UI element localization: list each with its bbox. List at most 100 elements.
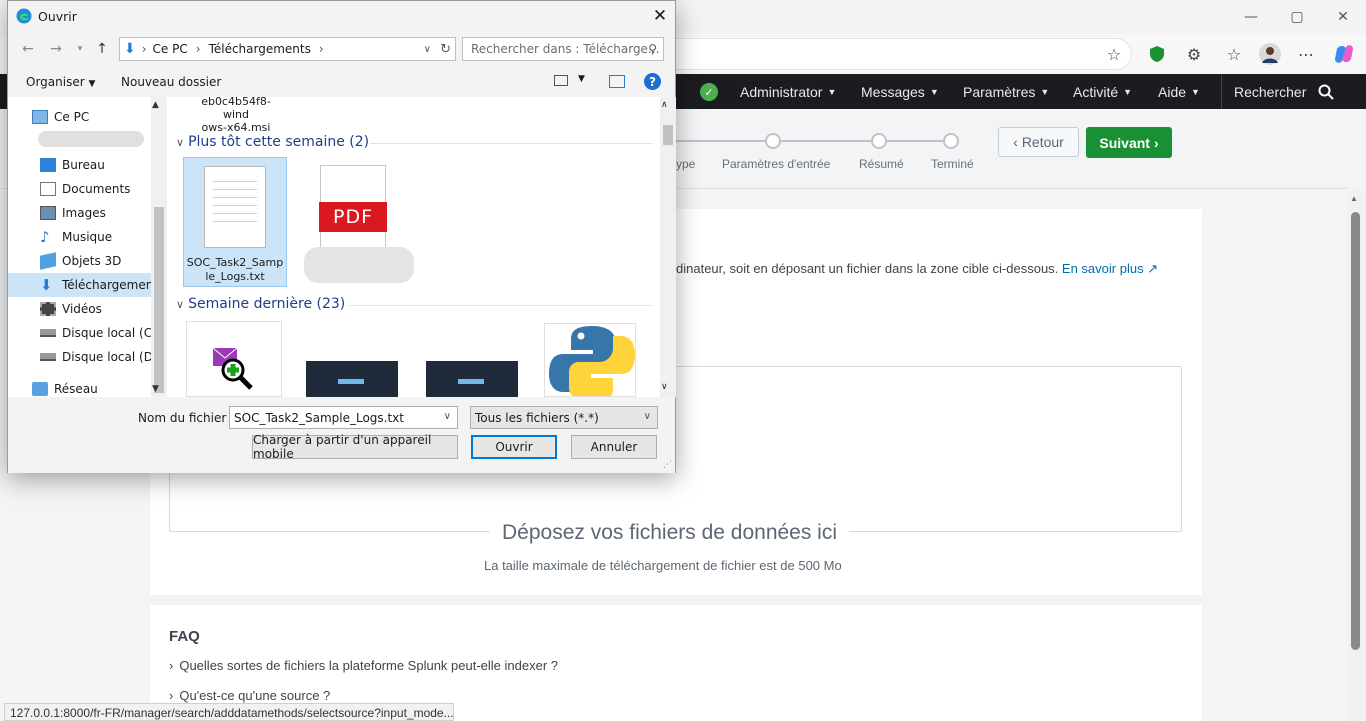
chevron-right-icon: › xyxy=(169,658,174,673)
up-arrow-icon[interactable]: ↑ xyxy=(92,39,112,59)
image-thumbnail[interactable] xyxy=(426,361,518,397)
mobile-upload-button[interactable]: Charger à partir d'un appareil mobile xyxy=(252,433,458,461)
nav-messages[interactable]: Messages ▼ xyxy=(861,74,939,109)
filetype-select[interactable]: Tous les fichiers (*.*) ∨ xyxy=(470,406,658,429)
drop-zone-subtitle: La taille maximale de téléchargement de … xyxy=(484,558,842,573)
refresh-icon[interactable]: ↻ xyxy=(440,42,451,57)
scroll-down-icon[interactable]: ∨ xyxy=(661,382,668,392)
faq-title: FAQ xyxy=(169,628,200,645)
path-segment[interactable]: Téléchargements xyxy=(209,42,311,56)
dialog-toolbar: Organiser ▼ Nouveau dossier ▼ ? xyxy=(8,67,675,97)
tree-item-objets-3d[interactable]: Objets 3D xyxy=(8,249,155,273)
tree-item-images[interactable]: Images xyxy=(8,201,155,225)
tree-label: Téléchargements xyxy=(62,278,165,292)
chevron-down-icon[interactable]: ∨ xyxy=(424,44,431,55)
tree-item-disque-c[interactable]: Disque local (C:) xyxy=(8,321,161,345)
profile-avatar[interactable] xyxy=(1256,40,1284,68)
redacted-tree-item[interactable] xyxy=(38,131,144,147)
wizard-step-label: ype xyxy=(676,157,696,171)
page-scrollbar-thumb[interactable] xyxy=(1351,212,1360,650)
chevron-right-icon: › xyxy=(141,42,147,56)
organize-menu[interactable]: Organiser ▼ xyxy=(26,75,95,89)
filename-input[interactable]: SOC_Task2_Sample_Logs.txt ∨ xyxy=(229,406,458,429)
splunk-search-button[interactable]: Rechercher xyxy=(1221,74,1366,109)
learn-more-link[interactable]: En savoir plus ↗ xyxy=(1062,261,1158,276)
minimize-button[interactable]: — xyxy=(1228,0,1274,34)
file-item-selected[interactable]: SOC_Task2_Samp le_Logs.txt xyxy=(183,157,287,287)
tree-label: Vidéos xyxy=(62,302,102,316)
nav-activite[interactable]: Activité ▼ xyxy=(1073,74,1132,109)
pdf-file-icon[interactable]: PDF xyxy=(319,165,387,249)
scroll-up-icon[interactable]: ▲ xyxy=(1350,194,1358,203)
path-segment[interactable]: Ce PC xyxy=(153,42,188,56)
desktop-icon xyxy=(40,158,56,172)
tree-item-disque-d[interactable]: Disque local (D:) xyxy=(8,345,162,369)
new-folder-button[interactable]: Nouveau dossier xyxy=(121,75,221,89)
health-status-icon[interactable]: ✓ xyxy=(700,83,718,101)
tree-item-videos[interactable]: Vidéos xyxy=(8,297,155,321)
close-icon[interactable]: ✕ xyxy=(648,4,672,28)
python-file-icon[interactable] xyxy=(544,323,636,397)
group-divider xyxy=(349,305,653,306)
view-options-icon[interactable] xyxy=(554,75,568,86)
chevron-down-icon: ∨ xyxy=(643,411,651,422)
tree-item-telechargements[interactable]: ⬇ Téléchargements xyxy=(8,273,164,297)
file-item-msi[interactable]: eb0c4b54f8-wind ows-x64.msi xyxy=(191,95,281,134)
scroll-up-icon[interactable]: ∧ xyxy=(661,100,668,110)
network-icon xyxy=(32,382,48,396)
tree-scrollbar-thumb[interactable] xyxy=(154,207,164,393)
extensions-icon[interactable]: ⚙ xyxy=(1180,40,1208,68)
nav-parametres[interactable]: Paramètres ▼ xyxy=(963,74,1049,109)
tree-item-musique[interactable]: ♪ Musique xyxy=(8,225,155,249)
tree-label: Disque local (C:) xyxy=(62,326,161,340)
text-file-icon xyxy=(204,166,266,248)
nav-administrator[interactable]: Administrator ▼ xyxy=(740,74,836,109)
cancel-button[interactable]: Annuler xyxy=(571,435,657,459)
tree-item-bureau[interactable]: Bureau xyxy=(8,153,155,177)
caret-down-icon[interactable]: ▼ xyxy=(578,74,585,84)
recent-dropdown-icon[interactable]: ▾ xyxy=(70,39,90,59)
next-button[interactable]: Suivant › xyxy=(1086,127,1172,158)
search-input[interactable]: Rechercher dans : Télécharge... ⚲ xyxy=(462,37,664,61)
faq-item[interactable]: › Qu'est-ce qu'une source ? xyxy=(169,688,330,703)
resize-grip-icon[interactable]: ⋰ xyxy=(663,460,672,470)
image-thumbnail[interactable] xyxy=(306,361,398,397)
group-label: Plus tôt cette semaine (2) xyxy=(188,134,370,150)
maximize-button[interactable]: ▢ xyxy=(1274,0,1320,34)
help-icon[interactable]: ? xyxy=(644,73,661,90)
file-list-scrollbar-thumb[interactable] xyxy=(663,125,673,145)
filename-label: Nom du fichier : xyxy=(138,411,235,425)
scroll-up-icon[interactable]: ▲ xyxy=(152,100,159,110)
next-label: Suivant xyxy=(1099,134,1150,151)
shield-icon[interactable] xyxy=(1143,40,1171,68)
window-close-button[interactable]: ✕ xyxy=(1320,0,1366,34)
group-header-this-week[interactable]: ∨ Plus tôt cette semaine (2) xyxy=(176,134,369,150)
faq-item[interactable]: › Quelles sortes de fichiers la plateform… xyxy=(169,658,558,673)
wizard-step-dot xyxy=(871,133,887,149)
path-bar[interactable]: ⬇ › Ce PC › Téléchargements › ∨ ↻ xyxy=(119,37,456,61)
wizard-step-label: Terminé xyxy=(931,157,974,171)
tree-item-documents[interactable]: Documents xyxy=(8,177,155,201)
search-icon xyxy=(1318,84,1335,100)
file-item-thumb[interactable] xyxy=(186,321,282,397)
group-header-last-week[interactable]: ∨ Semaine dernière (23) xyxy=(176,296,345,312)
redacted-file-name xyxy=(304,247,414,283)
more-icon[interactable]: ⋯ xyxy=(1292,40,1320,68)
favorites-icon[interactable]: ☆ xyxy=(1220,40,1248,68)
scroll-down-icon[interactable]: ▼ xyxy=(152,384,159,394)
upload-description: dinateur, soit en déposant un fichier da… xyxy=(676,261,1158,277)
back-button[interactable]: ‹ Retour xyxy=(998,127,1079,157)
chevron-down-icon[interactable]: ∨ xyxy=(444,411,451,422)
back-arrow-icon[interactable]: ← xyxy=(18,39,38,59)
caret-down-icon: ▼ xyxy=(1040,86,1050,97)
star-icon[interactable]: ☆ xyxy=(1100,40,1128,68)
preview-pane-icon[interactable] xyxy=(609,75,625,88)
tree-item-ce-pc[interactable]: Ce PC xyxy=(8,105,155,129)
wizard-step-label: Paramètres d'entrée xyxy=(722,157,831,171)
wizard-step-line xyxy=(676,140,766,142)
forward-arrow-icon[interactable]: → xyxy=(46,39,66,59)
chevron-left-icon: ‹ xyxy=(1013,134,1018,150)
open-button[interactable]: Ouvrir xyxy=(471,435,557,459)
copilot-icon[interactable] xyxy=(1330,40,1358,68)
nav-aide[interactable]: Aide ▼ xyxy=(1158,74,1200,109)
